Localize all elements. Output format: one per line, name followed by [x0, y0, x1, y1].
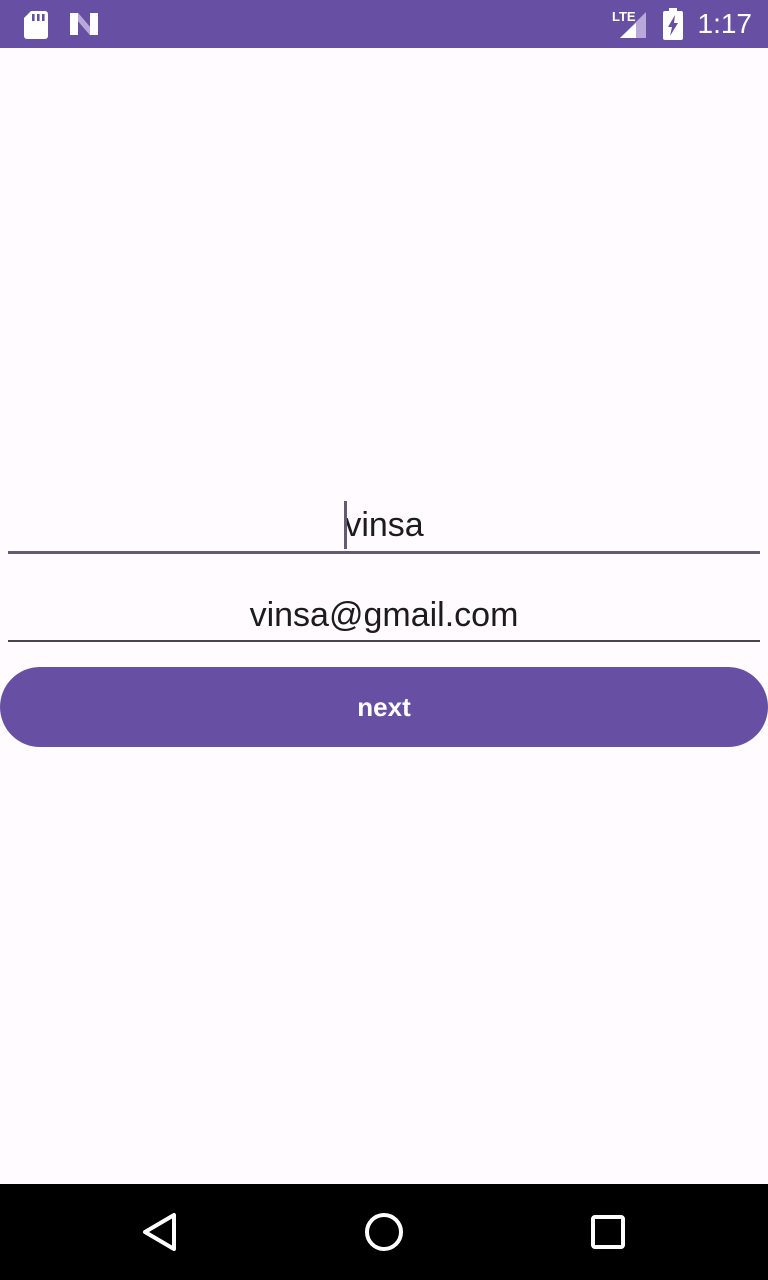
home-icon[interactable]	[360, 1208, 408, 1256]
main-content: vinsa vinsa@gmail.com next	[0, 48, 768, 1184]
email-input[interactable]: vinsa@gmail.com	[8, 588, 760, 642]
text-cursor	[344, 501, 348, 550]
lte-signal-icon	[620, 12, 646, 38]
status-time: 1:17	[697, 8, 753, 39]
battery-charging-icon	[663, 8, 683, 40]
sd-card-icon	[24, 11, 48, 39]
status-bar: LTE 1:17	[0, 0, 768, 48]
email-input-value: vinsa@gmail.com	[249, 596, 519, 634]
name-input-value: vinsa	[344, 506, 424, 544]
n-logo-icon	[70, 13, 98, 35]
name-input[interactable]: vinsa	[8, 496, 760, 554]
navigation-bar	[0, 1184, 768, 1280]
recents-icon[interactable]	[584, 1208, 632, 1256]
back-icon[interactable]	[136, 1208, 184, 1256]
next-button[interactable]: next	[0, 667, 768, 747]
